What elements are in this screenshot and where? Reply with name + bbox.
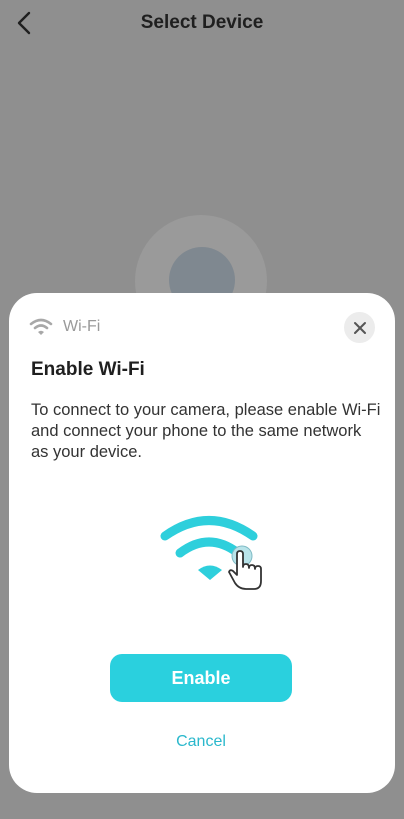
wifi-icon (29, 318, 53, 335)
select-device-screen: Select Device Wi-Fi Enable Wi-Fi To conn… (0, 0, 404, 819)
close-button[interactable] (344, 312, 375, 343)
enable-wifi-sheet: Wi-Fi Enable Wi-Fi To connect to your ca… (9, 293, 395, 793)
sheet-title: Enable Wi-Fi (31, 359, 145, 380)
wifi-tap-icon (160, 516, 262, 590)
sheet-header-label: Wi-Fi (63, 318, 101, 335)
page-title: Select Device (140, 12, 264, 33)
close-icon (353, 321, 366, 334)
sheet-description: To connect to your camera, please enable… (31, 401, 381, 461)
enable-button[interactable]: Enable (110, 654, 292, 702)
nav-bar: Select Device (0, 0, 404, 46)
sheet-header: Wi-Fi (29, 317, 100, 337)
cancel-button[interactable]: Cancel (110, 729, 292, 755)
